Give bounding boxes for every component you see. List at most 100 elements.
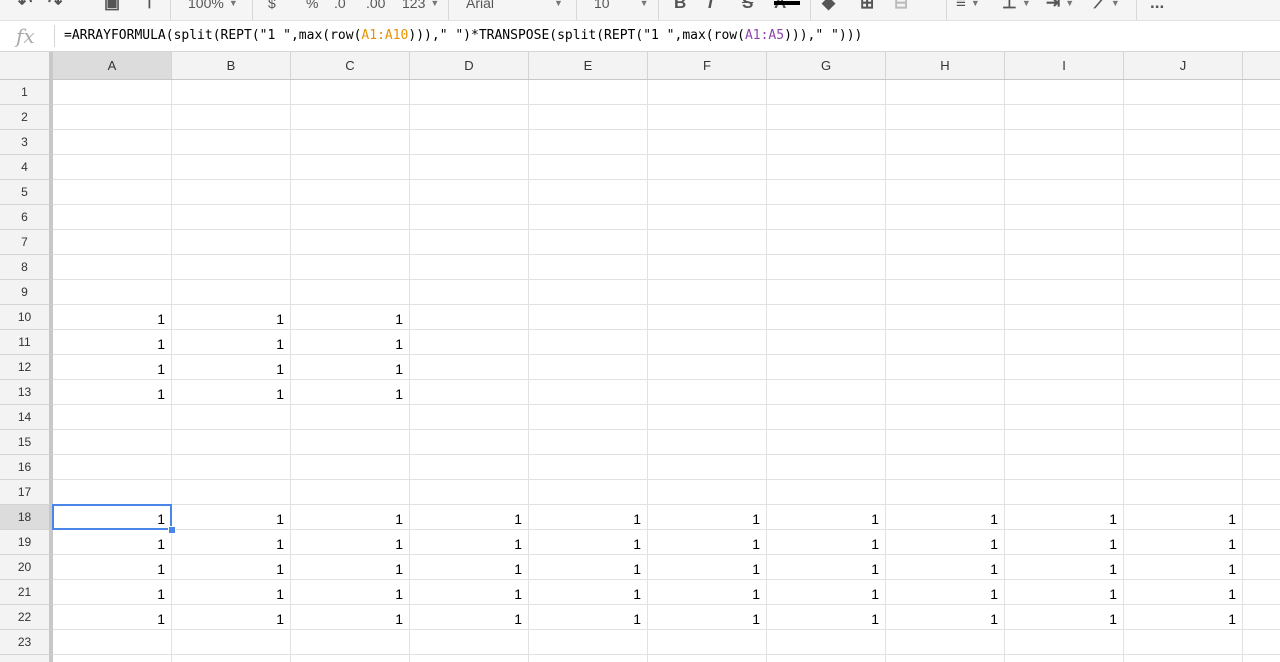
more-button[interactable]: ... <box>1150 0 1164 13</box>
cell-a21[interactable]: 1 <box>53 580 172 605</box>
cell-d7[interactable] <box>410 230 529 255</box>
row-header-3[interactable]: 3 <box>0 130 53 155</box>
cell-f16[interactable] <box>648 455 767 480</box>
cell-j5[interactable] <box>1124 180 1243 205</box>
row-header-23[interactable]: 23 <box>0 630 53 655</box>
row-header-21[interactable]: 21 <box>0 580 53 605</box>
cell-h14[interactable] <box>886 405 1005 430</box>
cell-i6[interactable] <box>1005 205 1124 230</box>
increase-decimals-button[interactable]: .00 <box>366 0 385 13</box>
fill-color-icon[interactable]: ◆ <box>822 0 835 13</box>
cell-b21[interactable]: 1 <box>172 580 291 605</box>
cell-h18[interactable]: 1 <box>886 505 1005 530</box>
cell-b23[interactable] <box>172 630 291 655</box>
cell-e24[interactable] <box>529 655 648 662</box>
row-header-11[interactable]: 11 <box>0 330 53 355</box>
row-header-15[interactable]: 15 <box>0 430 53 455</box>
cell-j3[interactable] <box>1124 130 1243 155</box>
cell-g1[interactable] <box>767 80 886 105</box>
cell-j6[interactable] <box>1124 205 1243 230</box>
cell-i8[interactable] <box>1005 255 1124 280</box>
cell-overflow1[interactable] <box>1243 80 1280 105</box>
row-header-9[interactable]: 9 <box>0 280 53 305</box>
cell-f11[interactable] <box>648 330 767 355</box>
cell-c24[interactable] <box>291 655 410 662</box>
row-header-5[interactable]: 5 <box>0 180 53 205</box>
cell-i9[interactable] <box>1005 280 1124 305</box>
cell-a6[interactable] <box>53 205 172 230</box>
cell-a11[interactable]: 1 <box>53 330 172 355</box>
cell-i1[interactable] <box>1005 80 1124 105</box>
cell-j4[interactable] <box>1124 155 1243 180</box>
cell-f22[interactable]: 1 <box>648 605 767 630</box>
cell-a18[interactable]: 1 <box>53 505 172 530</box>
cell-c8[interactable] <box>291 255 410 280</box>
cell-overflow9[interactable] <box>1243 280 1280 305</box>
cell-i2[interactable] <box>1005 105 1124 130</box>
cell-d9[interactable] <box>410 280 529 305</box>
percent-button[interactable]: % <box>306 0 318 13</box>
cell-h8[interactable] <box>886 255 1005 280</box>
cell-i22[interactable]: 1 <box>1005 605 1124 630</box>
cell-d2[interactable] <box>410 105 529 130</box>
font-dropdown[interactable]: Arial ▼ <box>466 0 563 13</box>
cell-overflow4[interactable] <box>1243 155 1280 180</box>
cell-c18[interactable]: 1 <box>291 505 410 530</box>
cell-i16[interactable] <box>1005 455 1124 480</box>
cell-f8[interactable] <box>648 255 767 280</box>
cell-f15[interactable] <box>648 430 767 455</box>
cell-b12[interactable]: 1 <box>172 355 291 380</box>
cell-j10[interactable] <box>1124 305 1243 330</box>
cell-g6[interactable] <box>767 205 886 230</box>
cell-j15[interactable] <box>1124 430 1243 455</box>
text-wrapping-icon[interactable]: ⇥ ▼ <box>1046 0 1074 13</box>
cell-c17[interactable] <box>291 480 410 505</box>
cell-h22[interactable]: 1 <box>886 605 1005 630</box>
cell-j19[interactable]: 1 <box>1124 530 1243 555</box>
cell-h16[interactable] <box>886 455 1005 480</box>
row-header-24[interactable]: 24 <box>0 655 53 662</box>
cell-g9[interactable] <box>767 280 886 305</box>
row-header-18[interactable]: 18 <box>0 505 53 530</box>
cell-f20[interactable]: 1 <box>648 555 767 580</box>
cell-b14[interactable] <box>172 405 291 430</box>
cell-f13[interactable] <box>648 380 767 405</box>
cell-overflow11[interactable] <box>1243 330 1280 355</box>
bold-button[interactable]: B <box>674 0 686 13</box>
cell-e17[interactable] <box>529 480 648 505</box>
cell-a15[interactable] <box>53 430 172 455</box>
cell-h23[interactable] <box>886 630 1005 655</box>
cell-c5[interactable] <box>291 180 410 205</box>
cell-e11[interactable] <box>529 330 648 355</box>
cell-j22[interactable]: 1 <box>1124 605 1243 630</box>
cell-j9[interactable] <box>1124 280 1243 305</box>
cell-overflow8[interactable] <box>1243 255 1280 280</box>
cell-d18[interactable]: 1 <box>410 505 529 530</box>
cell-a14[interactable] <box>53 405 172 430</box>
cell-overflow24[interactable] <box>1243 655 1280 662</box>
cell-i13[interactable] <box>1005 380 1124 405</box>
column-header-e[interactable]: E <box>529 52 648 79</box>
cell-h2[interactable] <box>886 105 1005 130</box>
cell-j18[interactable]: 1 <box>1124 505 1243 530</box>
text-rotation-icon[interactable]: ⟋ ▼ <box>1094 0 1120 13</box>
cell-h17[interactable] <box>886 480 1005 505</box>
cell-a9[interactable] <box>53 280 172 305</box>
cell-b6[interactable] <box>172 205 291 230</box>
cell-i11[interactable] <box>1005 330 1124 355</box>
cell-overflow21[interactable] <box>1243 580 1280 605</box>
cell-i23[interactable] <box>1005 630 1124 655</box>
row-header-6[interactable]: 6 <box>0 205 53 230</box>
cell-f21[interactable]: 1 <box>648 580 767 605</box>
cell-g21[interactable]: 1 <box>767 580 886 605</box>
cell-a19[interactable]: 1 <box>53 530 172 555</box>
cell-g18[interactable]: 1 <box>767 505 886 530</box>
cell-c4[interactable] <box>291 155 410 180</box>
cell-b10[interactable]: 1 <box>172 305 291 330</box>
cell-e20[interactable]: 1 <box>529 555 648 580</box>
cell-overflow13[interactable] <box>1243 380 1280 405</box>
cell-a22[interactable]: 1 <box>53 605 172 630</box>
merge-cells-icon[interactable]: ⊟ <box>894 0 908 13</box>
row-header-12[interactable]: 12 <box>0 355 53 380</box>
cell-h13[interactable] <box>886 380 1005 405</box>
